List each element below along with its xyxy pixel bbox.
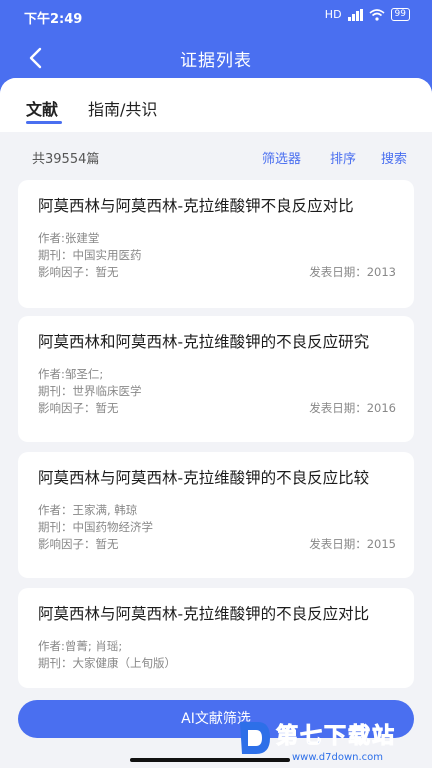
article-author: 作者:张建堂 (38, 231, 100, 245)
tab-guidelines[interactable]: 指南/共识 (88, 96, 157, 120)
article-journal: 期刊：中国实用医药 (38, 248, 142, 262)
watermark-url: www.d7down.com (292, 752, 384, 763)
article-impact: 影响因子：暂无 (38, 537, 119, 551)
tab-literature[interactable]: 文献 (26, 96, 58, 120)
list-toolbar: 共39554篇 筛选器 排序 搜索 (0, 140, 432, 174)
result-count: 共39554篇 (32, 152, 100, 167)
nav-bar: 证据列表 (0, 38, 432, 78)
article-card[interactable]: 阿莫西林与阿莫西林-克拉维酸钾的不良反应对比 作者:曾菁; 肖瑶; 期刊：大家健… (18, 588, 414, 688)
article-journal: 期刊：世界临床医学 (38, 384, 142, 398)
status-time: 下午2:49 (24, 12, 83, 27)
filter-button[interactable]: 筛选器 (262, 148, 301, 167)
article-journal: 期刊：中国药物经济学 (38, 520, 153, 534)
network-label: HD (324, 8, 342, 21)
search-button[interactable]: 搜索 (381, 148, 407, 167)
article-date: 发表日期：2015 (309, 537, 396, 551)
article-author: 作者:邹圣仁; (38, 367, 104, 381)
article-card[interactable]: 阿莫西林和阿莫西林-克拉维酸钾的不良反应研究 作者:邹圣仁; 期刊：世界临床医学… (18, 316, 414, 442)
article-card[interactable]: 阿莫西林与阿莫西林-克拉维酸钾不良反应对比 作者:张建堂 期刊：中国实用医药 影… (18, 180, 414, 308)
watermark-text: 第七下载站 (275, 724, 397, 750)
article-date: 发表日期：2016 (309, 401, 396, 415)
article-impact: 影响因子：暂无 (38, 265, 119, 279)
article-meta-row: 影响因子：暂无 发表日期：2015 (38, 536, 396, 553)
article-author: 作者:曾菁; 肖瑶; (38, 639, 123, 653)
page-title: 证据列表 (180, 51, 252, 71)
battery-icon: 99 (390, 8, 410, 21)
watermark-logo-icon (240, 722, 270, 754)
article-author: 作者：王家满, 韩琼 (38, 503, 138, 517)
article-title: 阿莫西林与阿莫西林-克拉维酸钾的不良反应比较 (38, 469, 370, 487)
article-impact: 影响因子：暂无 (38, 401, 119, 415)
tab-bar: 文献 指南/共识 (0, 78, 432, 132)
article-title: 阿莫西林与阿莫西林-克拉维酸钾的不良反应对比 (38, 605, 370, 623)
status-icons: HD 99 (325, 8, 410, 21)
article-meta-row: 影响因子：暂无 发表日期：2013 (38, 264, 396, 281)
home-indicator (130, 758, 290, 762)
article-meta-row: 影响因子：暂无 发表日期：2016 (38, 400, 396, 417)
status-bar: 下午2:49 HD 99 (0, 0, 432, 32)
article-title: 阿莫西林与阿莫西林-克拉维酸钾不良反应对比 (38, 197, 354, 215)
article-card[interactable]: 阿莫西林与阿莫西林-克拉维酸钾的不良反应比较 作者：王家满, 韩琼 期刊：中国药… (18, 452, 414, 578)
tab-active-indicator (26, 121, 62, 124)
signal-icon (347, 8, 363, 21)
wifi-icon (369, 8, 385, 21)
article-title: 阿莫西林和阿莫西林-克拉维酸钾的不良反应研究 (38, 333, 370, 351)
article-journal: 期刊：大家健康（上旬版） (38, 656, 176, 670)
sort-button[interactable]: 排序 (330, 148, 356, 167)
article-date: 发表日期：2013 (309, 265, 396, 279)
